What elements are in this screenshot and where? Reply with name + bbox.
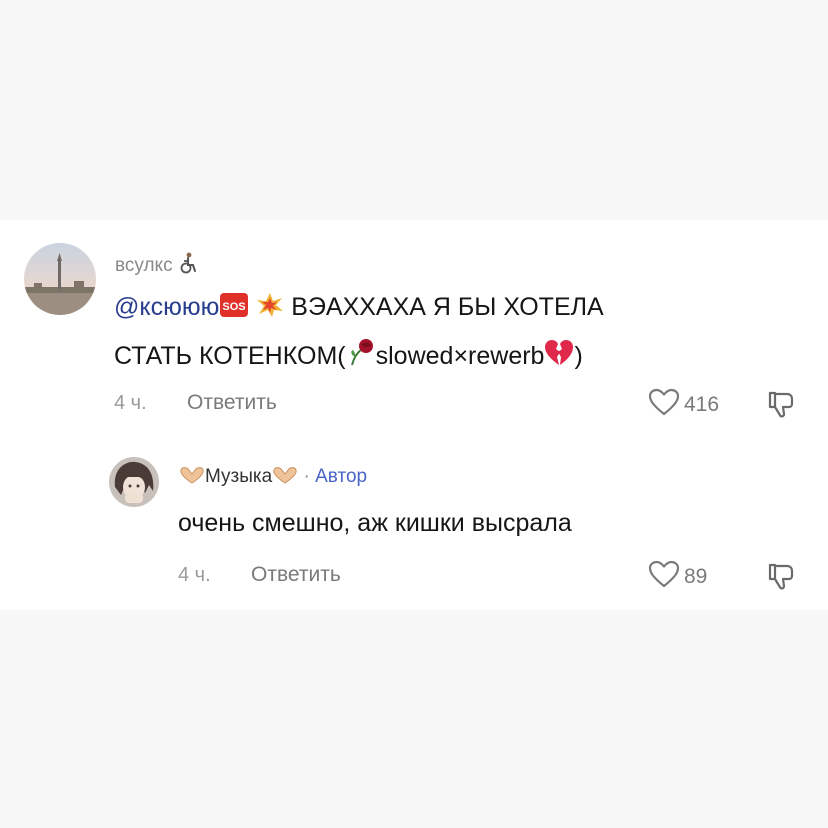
like-count: 89 <box>684 564 708 588</box>
reply-username[interactable]: Музыка · Автор <box>179 465 367 491</box>
comment-time: 4 ч. <box>114 392 147 414</box>
heart-icon <box>648 388 680 421</box>
avatar[interactable] <box>24 243 96 315</box>
mention-link[interactable]: @ксююю <box>114 293 219 321</box>
heart-icon <box>648 560 680 593</box>
avatar[interactable] <box>109 457 159 507</box>
comment-thread: всулкс @ксююю SOS ВЭАХХАХА Я БЫ ХОТЕЛА СТ… <box>0 0 828 828</box>
broken-heart-icon <box>544 336 574 382</box>
username-text[interactable]: Музыка <box>205 466 272 487</box>
collision-icon <box>256 287 284 333</box>
sos-icon: SOS <box>219 287 249 333</box>
svg-text:SOS: SOS <box>223 301 246 313</box>
comment-line-2: СТАТЬ КОТЕНКОМ( slowed×rewerb) <box>114 333 604 382</box>
comment-username[interactable]: всулкс <box>115 252 198 280</box>
comment-text: @ксююю SOS ВЭАХХАХА Я БЫ ХОТЕЛА СТАТЬ КОТ… <box>114 284 604 382</box>
reply-button[interactable]: Ответить <box>187 391 277 415</box>
comment-text-part: СТАТЬ КОТЕНКОМ( <box>114 342 346 370</box>
heart-hands-icon <box>272 465 298 491</box>
comment-text-part: ) <box>574 342 583 370</box>
thumbs-down-icon <box>766 563 796 596</box>
heart-hands-icon <box>179 465 205 491</box>
like-count: 416 <box>684 392 720 416</box>
music-tag: slowed×rewerb <box>375 342 545 370</box>
comment-line-1: @ксююю SOS ВЭАХХАХА Я БЫ ХОТЕЛА <box>114 284 604 333</box>
reply-text: очень смешно, аж кишки высрала <box>178 509 572 537</box>
author-separator: · <box>303 466 310 487</box>
wilted-rose-icon <box>346 336 376 382</box>
dislike-button[interactable] <box>766 562 796 597</box>
reply-time: 4 ч. <box>178 564 211 586</box>
thumbs-down-icon <box>766 391 796 424</box>
like-button[interactable]: 416 <box>648 388 719 421</box>
author-badge: Автор <box>315 466 368 487</box>
like-button[interactable]: 89 <box>648 560 707 593</box>
reply-button[interactable]: Ответить <box>251 563 341 587</box>
comment-text-line: ВЭАХХАХА Я БЫ ХОТЕЛА <box>291 293 604 321</box>
username-text[interactable]: всулкс <box>115 255 173 276</box>
dislike-button[interactable] <box>766 390 796 425</box>
wheelchair-icon <box>178 252 198 280</box>
